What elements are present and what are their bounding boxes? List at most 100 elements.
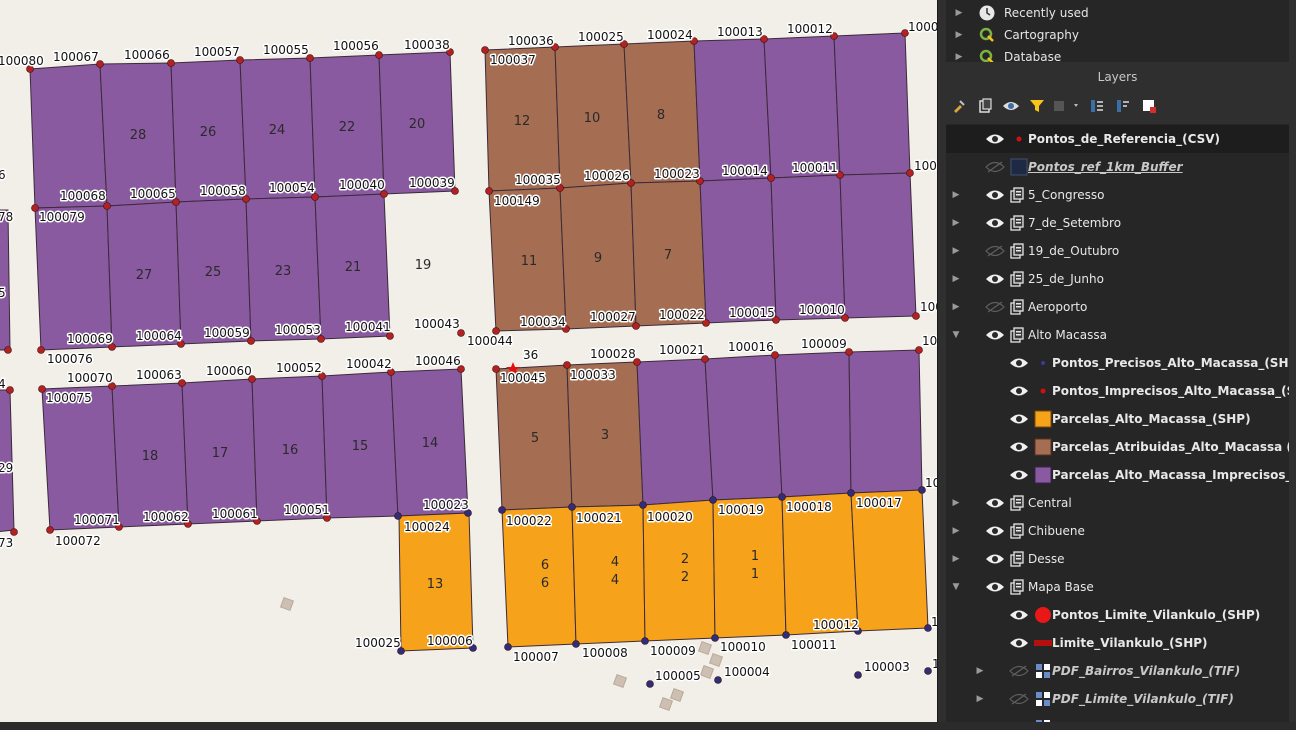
layer-item-pdf-limite-vilankulo-tif[interactable]: ▶ PDF_Limite_Vilankulo_(TIF) [946,685,1289,713]
vertex-point[interactable] [4,346,12,354]
visibility-eye-icon[interactable] [984,272,1006,286]
layer-item-pdf-bairros-vilankulo-tif[interactable]: ▶ PDF_Bairros_Vilankulo_(TIF) [946,657,1289,685]
vertex-point[interactable] [6,386,14,394]
parcel-polygon[interactable] [636,358,714,506]
vertex-point[interactable] [924,667,932,675]
visibility-eye-icon[interactable] [984,188,1006,202]
parcel-polygon[interactable] [774,351,852,498]
collapse-arrow-icon[interactable]: ▼ [950,330,962,340]
layer-item-limite-vilankulo-shp[interactable]: Limite_Vilankulo_(SHP) [946,629,1289,657]
vertex-point[interactable] [394,512,402,520]
parcel-polygon[interactable] [770,174,846,321]
vertex-point[interactable] [711,634,719,642]
visibility-eye-icon[interactable] [1008,440,1030,454]
visibility-eye-icon[interactable] [984,580,1006,594]
vertex-point[interactable] [778,493,786,501]
layer-tree[interactable]: Pontos_de_Referencia_(CSV) Pontos_ref_1km… [946,124,1289,722]
vertex-point[interactable] [31,204,39,212]
vertex-point[interactable] [709,496,717,504]
visibility-eye-hidden-icon[interactable] [984,244,1006,258]
vertex-point[interactable] [639,501,647,509]
layer-item-openstreetmap[interactable]: ▼OpenStreetMap [946,713,1289,722]
open-layer-styling-icon[interactable] [946,95,972,117]
parcel-polygon[interactable] [571,504,646,645]
vertex-point[interactable] [854,671,862,679]
vertex-point[interactable] [646,680,654,688]
filter-legend-icon[interactable] [1024,95,1050,117]
vertex-point[interactable] [38,385,46,393]
layer-group-aeroporto[interactable]: ▶ Aeroporto [946,293,1289,321]
visibility-eye-icon[interactable] [1008,636,1030,650]
add-group-icon[interactable] [972,95,998,117]
parcel-polygon[interactable] [850,489,929,632]
parcel-polygon[interactable] [763,35,841,179]
layer-item-pontos-ref-1km-buffer[interactable]: Pontos_ref_1km_Buffer [946,153,1289,181]
expand-arrow-icon[interactable]: ▶ [952,8,966,18]
parcel-polygon[interactable] [693,38,772,182]
visibility-eye-icon[interactable] [1008,412,1030,426]
browser-item-recently-used[interactable]: ▶ Recently used [946,2,1289,24]
visibility-eye-icon[interactable] [984,328,1006,342]
parcel-polygon[interactable] [848,349,923,494]
parcel-polygon[interactable] [34,205,113,351]
visibility-eye-icon[interactable] [1008,384,1030,398]
expand-arrow-icon[interactable]: ▶ [950,554,962,564]
parcel-polygon[interactable] [839,172,917,319]
expand-arrow-icon[interactable]: ▶ [950,498,962,508]
vertex-point[interactable] [641,637,649,645]
expand-arrow-icon[interactable]: ▶ [974,694,986,704]
layer-item-pontos-precisos-alto-macassa-shp[interactable]: Pontos_Precisos_Alto_Macassa_(SHP) [946,349,1289,377]
parcel-polygon[interactable] [699,177,777,324]
layer-group-7-de-setembro[interactable]: ▶ 7_de_Setembro [946,209,1289,237]
filter-by-expression-icon[interactable] [1050,95,1084,117]
vertex-point[interactable] [481,46,489,54]
parcel-polygon[interactable] [712,496,787,639]
parcel-polygon[interactable] [29,63,108,209]
expand-all-icon[interactable] [1084,95,1110,117]
layer-group-chibuene[interactable]: ▶ Chibuene [946,517,1289,545]
layer-item-parcelas-alto-macassa-shp[interactable]: Parcelas_Alto_Macassa_(SHP) [946,405,1289,433]
collapse-all-icon[interactable] [1110,95,1136,117]
visibility-eye-icon[interactable] [984,552,1006,566]
vertex-point[interactable] [37,346,45,354]
visibility-eye-icon[interactable] [984,496,1006,510]
collapse-arrow-icon[interactable]: ▼ [950,582,962,592]
parcel-polygon[interactable] [833,32,911,176]
vertex-point[interactable] [568,503,576,511]
vertex-point[interactable] [572,640,580,648]
remove-layer-icon[interactable] [1136,95,1162,117]
vertex-point[interactable] [906,169,914,177]
expand-arrow-icon[interactable]: ▶ [950,526,962,536]
layer-item-parcelas-alto-macassa-imprecisos-shp[interactable]: Parcelas_Alto_Macassa_Imprecisos_(SHP) [946,461,1289,489]
expand-arrow-icon[interactable]: ▶ [974,666,986,676]
vertex-point[interactable] [498,506,506,514]
layer-group-25-de-junho[interactable]: ▶ 25_de_Junho [946,265,1289,293]
parcel-polygon[interactable] [781,492,859,636]
layer-group-5-congresso[interactable]: ▶ 5_Congresso [946,181,1289,209]
layer-item-pontos-limite-vilankulo-shp[interactable]: Pontos_Limite_Vilankulo_(SHP) [946,601,1289,629]
layer-group-desse[interactable]: ▶ Desse [946,545,1289,573]
browser-item-cartography[interactable]: ▶ Cartography [946,24,1289,46]
layer-group-mapa-base[interactable]: ▼ Mapa Base [946,573,1289,601]
manage-visibility-icon[interactable] [998,95,1024,117]
vertex-point[interactable] [767,174,775,182]
visibility-eye-icon[interactable] [984,216,1006,230]
vertex-point[interactable] [714,676,722,684]
map-canvas[interactable]: 28 26 24 22 20 27 25 23 21 19 12 10 8 11 9 7 18 17 16 15 14 5… [0,0,937,722]
visibility-eye-hidden-icon[interactable] [1008,664,1030,678]
layer-group-central[interactable]: ▶ Central [946,489,1289,517]
visibility-eye-icon[interactable] [984,132,1006,146]
layer-group-19-de-outubro[interactable]: ▶ 19_de_Outubro [946,237,1289,265]
expand-arrow-icon[interactable]: ▶ [950,190,962,200]
vertex-point[interactable] [10,528,18,536]
layer-item-parcelas-atribuidas-alto-macassa-shp[interactable]: Parcelas_Atribuidas_Alto_Macassa (SHP) [946,433,1289,461]
visibility-eye-hidden-icon[interactable] [984,160,1006,174]
parcel-polygon[interactable] [41,385,120,531]
expand-arrow-icon[interactable]: ▶ [950,274,962,284]
visibility-eye-icon[interactable] [984,524,1006,538]
layer-item-pontos-imprecisos-alto-macassa-shp[interactable]: Pontos_Imprecisos_Alto_Macassa_(SHP) [946,377,1289,405]
parcel-polygon[interactable] [0,209,11,351]
vertex-point[interactable] [46,526,54,534]
vertex-point[interactable] [492,365,500,373]
expand-arrow-icon[interactable]: ▶ [952,52,966,62]
